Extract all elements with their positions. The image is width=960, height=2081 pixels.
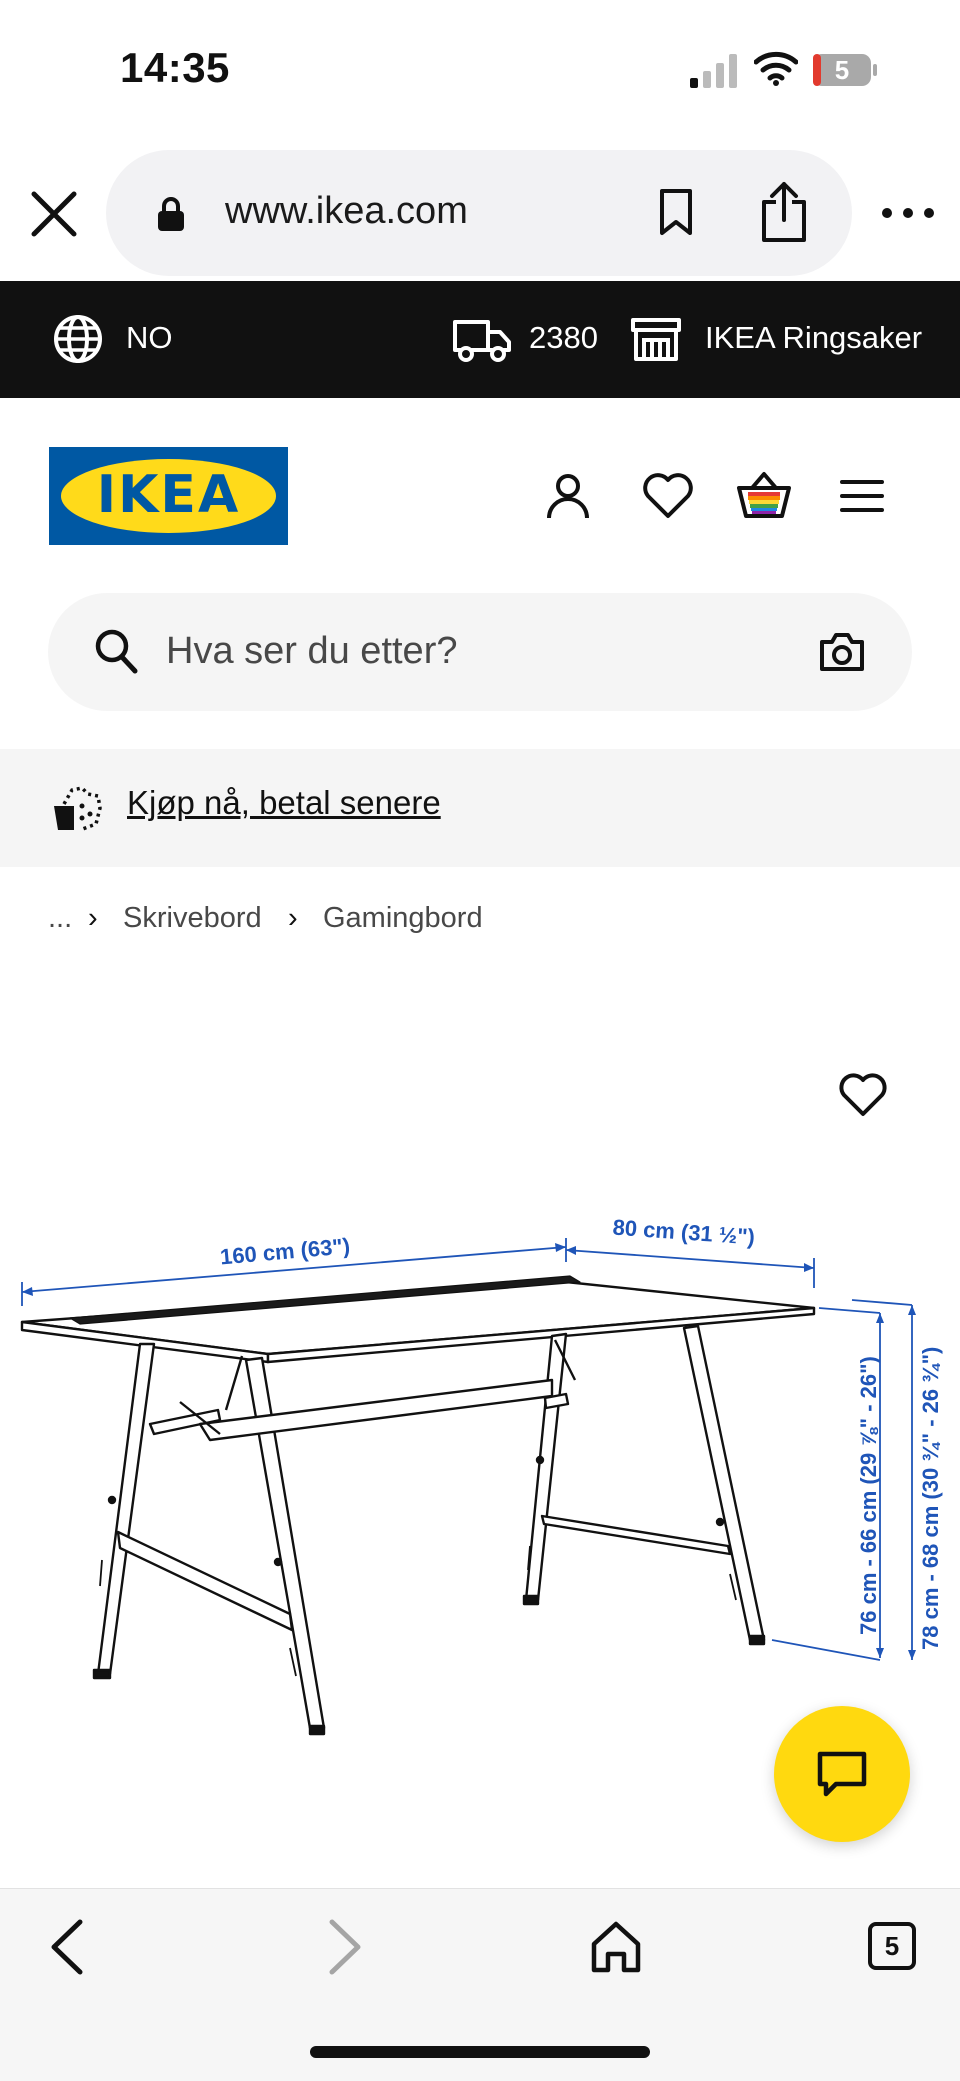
close-icon[interactable]	[28, 188, 80, 240]
address-bar[interactable]	[106, 150, 852, 276]
width-label: 160 cm (63")	[219, 1233, 351, 1269]
cellular-signal-icon	[690, 54, 737, 88]
tabs-button[interactable]: 5	[868, 1922, 916, 1970]
delivery-zip[interactable]: 2380	[529, 320, 598, 356]
truck-icon[interactable]	[452, 316, 512, 362]
bookmark-icon[interactable]	[656, 188, 696, 236]
store-selector[interactable]: IKEA Ringsaker	[705, 320, 922, 356]
breadcrumb-skrivebord[interactable]: Skrivebord	[123, 902, 262, 935]
globe-icon[interactable]	[52, 313, 104, 365]
pay-later-link[interactable]: Kjøp nå, betal senere	[127, 784, 441, 822]
chat-bubble-icon	[817, 1751, 867, 1797]
breadcrumb-ellipsis[interactable]: ...	[48, 902, 72, 935]
menu-icon[interactable]	[840, 478, 884, 514]
status-time: 14:35	[120, 44, 230, 91]
lock-icon	[158, 197, 184, 231]
battery-icon: 5	[812, 52, 878, 88]
search-input[interactable]: Hva ser du etter?	[166, 630, 457, 673]
more-icon[interactable]	[878, 198, 938, 228]
pay-later-icon	[54, 786, 102, 832]
back-arrow-icon[interactable]	[46, 1918, 90, 1976]
desk-drawing	[20, 1275, 816, 1736]
store-icon[interactable]	[630, 316, 682, 362]
camera-icon[interactable]	[818, 632, 866, 672]
heart-icon[interactable]	[642, 472, 694, 520]
total-height-label: 78 cm - 68 cm (30 ¾" - 26 ¾")	[918, 1347, 943, 1650]
url-text[interactable]: www.ikea.com	[225, 190, 468, 233]
country-selector[interactable]: NO	[126, 320, 173, 356]
home-icon[interactable]	[590, 1920, 642, 1974]
logo-text: IKEA	[96, 465, 241, 525]
tabletop-height-label: 76 cm - 66 cm (29 ⅞" - 26")	[856, 1356, 881, 1635]
breadcrumb-separator: ›	[88, 902, 98, 934]
search-icon	[95, 629, 138, 674]
breadcrumb-separator: ›	[288, 902, 298, 934]
forward-arrow-icon[interactable]	[322, 1918, 366, 1976]
favourite-heart-icon[interactable]	[838, 1072, 888, 1118]
battery-level: 5	[834, 55, 850, 85]
depth-label: 80 cm (31 ½")	[612, 1215, 756, 1250]
chat-button[interactable]	[774, 1706, 910, 1842]
home-indicator	[310, 2046, 650, 2058]
user-icon[interactable]	[544, 472, 592, 520]
browser-page: 14:35 5 www.ikea.com NO 2380 IKEA Ringsa…	[0, 0, 960, 2081]
product-dimension-image[interactable]: 160 cm (63") 80 cm (31 ½") 76 cm - 66 cm…	[0, 1190, 960, 1750]
breadcrumb-gamingbord[interactable]: Gamingbord	[323, 902, 483, 935]
shopping-bag-icon[interactable]	[736, 470, 792, 520]
ikea-logo[interactable]: IKEA	[49, 447, 288, 545]
wifi-icon	[754, 51, 798, 86]
share-icon[interactable]	[758, 180, 810, 244]
